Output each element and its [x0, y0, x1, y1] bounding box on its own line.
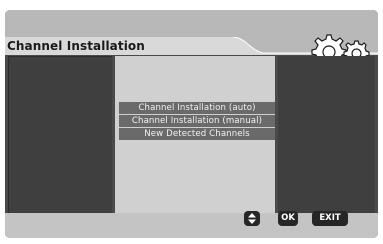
- exit-button[interactable]: EXIT: [312, 211, 348, 226]
- right-panel: [278, 56, 375, 213]
- left-panel: [8, 56, 112, 213]
- installation-menu: Channel Installation (auto) Channel Inst…: [119, 102, 275, 141]
- menu-item-manual-install[interactable]: Channel Installation (manual): [119, 115, 275, 127]
- up-down-button[interactable]: [244, 211, 260, 226]
- menu-item-auto-install[interactable]: Channel Installation (auto): [119, 102, 275, 114]
- page-title: Channel Installation: [7, 39, 145, 53]
- up-down-arrows-icon: [248, 213, 256, 224]
- menu-item-new-channels[interactable]: New Detected Channels: [119, 128, 275, 140]
- ok-button[interactable]: OK: [278, 211, 298, 226]
- tv-menu-screen: Channel Installation Channel Installatio…: [5, 10, 378, 238]
